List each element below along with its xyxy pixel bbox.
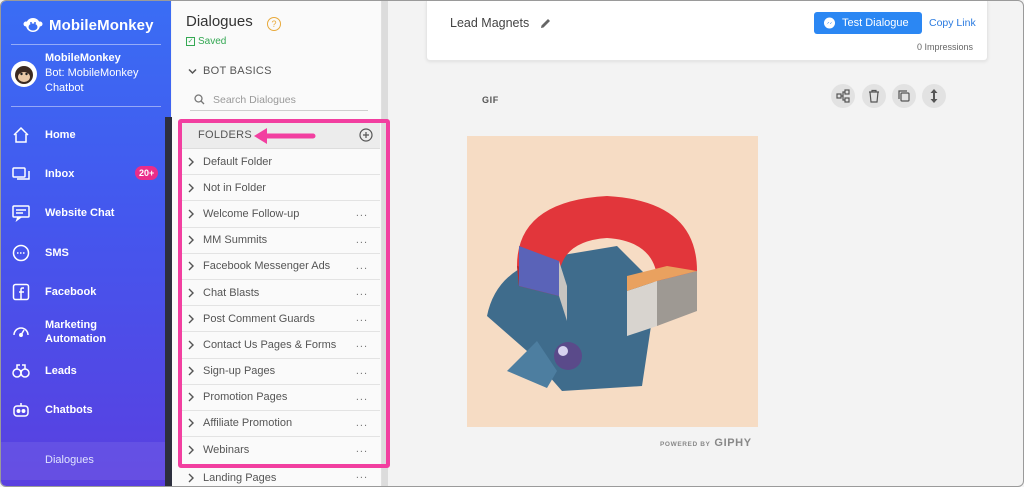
chatbots-icon [13, 403, 29, 418]
folder-label: Landing Pages [203, 471, 277, 484]
nav-label: Website Chat [45, 207, 115, 220]
dialogue-header-card: Lead Magnets Test Dialogue Copy Link 0 I… [426, 1, 988, 61]
main-nav: Home Inbox 20+ Website Chat SMS Facebook [1, 115, 171, 430]
nav-label: Leads [45, 365, 77, 378]
copy-link[interactable]: Copy Link [929, 17, 976, 29]
search-icon [194, 94, 205, 105]
nav-item-inbox[interactable]: Inbox 20+ [1, 154, 171, 193]
gif-image [467, 136, 758, 427]
messenger-icon [824, 17, 835, 28]
account-name: MobileMonkey [45, 52, 121, 64]
sidebar: MobileMonkey MobileMonkey Bot: MobileMon… [1, 1, 171, 486]
chevron-right-icon [188, 473, 194, 482]
sidebar-scrollbar[interactable] [165, 117, 172, 486]
nav-item-facebook[interactable]: Facebook [1, 273, 171, 312]
share-nodes-icon [836, 89, 850, 103]
home-icon [13, 126, 29, 143]
nav-label: Chatbots [45, 404, 93, 417]
giphy-powered-by: POWERED BY [660, 441, 711, 448]
dialogue-name: Lead Magnets [450, 16, 530, 30]
bot-name: Bot: MobileMonkey Chatbot [45, 67, 139, 94]
nav-label: SMS [45, 246, 69, 259]
move-button[interactable] [922, 84, 946, 108]
divider [11, 44, 161, 45]
section-toggle-bot-basics[interactable]: BOT BASICS [188, 65, 272, 77]
nav-label: Marketing Automation [45, 318, 107, 345]
nav-item-website-chat[interactable]: Website Chat [1, 194, 171, 233]
nav-label: Inbox [45, 168, 75, 181]
test-dialogue-label: Test Dialogue [842, 17, 909, 29]
divider [11, 106, 161, 107]
monkey-logo-icon [23, 18, 43, 32]
search-input[interactable] [213, 93, 363, 106]
annotation-arrow-icon [254, 128, 316, 144]
brand-name: MobileMonkey [49, 16, 154, 34]
nav-item-sms[interactable]: SMS [1, 233, 171, 272]
duplicate-button[interactable] [892, 84, 916, 108]
giphy-logo: GIPHY [714, 437, 752, 449]
leads-icon [12, 364, 30, 378]
nav-item-home[interactable]: Home [1, 115, 171, 154]
nav-item-marketing-automation[interactable]: Marketing Automation [1, 312, 171, 351]
account-switcher[interactable]: MobileMonkey Bot: MobileMonkey Chatbot [11, 51, 145, 96]
nav-item-leads[interactable]: Leads [1, 351, 171, 390]
saved-label: Saved [198, 36, 227, 47]
pencil-edit-icon[interactable] [539, 17, 552, 30]
impressions-count: 0 Impressions [916, 42, 973, 52]
avatar [11, 61, 37, 87]
section-label: BOT BASICS [203, 65, 272, 77]
giphy-attribution: POWERED BY GIPHY [660, 437, 752, 449]
test-dialogue-button[interactable]: Test Dialogue [814, 12, 922, 34]
folder-menu-icon[interactable]: ... [356, 469, 368, 481]
website-chat-icon [12, 205, 30, 223]
nav-label: Facebook [45, 286, 97, 299]
annotation-highlight-box [178, 119, 390, 468]
inbox-icon [12, 167, 30, 180]
facebook-icon [12, 284, 30, 301]
chevron-down-icon [188, 68, 197, 74]
brand[interactable]: MobileMonkey [23, 11, 154, 39]
panel-title: Dialogues [186, 13, 253, 30]
connect-button[interactable] [831, 84, 855, 108]
help-icon[interactable]: ? [267, 17, 281, 31]
search-dialogues [190, 89, 368, 111]
marketing-automation-icon [13, 326, 29, 337]
sms-icon [12, 244, 30, 262]
delete-button[interactable] [862, 84, 886, 108]
nav-label: Home [45, 128, 76, 141]
trash-icon [869, 89, 879, 103]
copy-icon [898, 90, 910, 102]
sidebar-subitem-dialogues[interactable]: Dialogues [1, 442, 171, 480]
app-window: MobileMonkey MobileMonkey Bot: MobileMon… [0, 0, 1024, 487]
saved-status: ✓ Saved [186, 36, 226, 47]
checkbox-check-icon: ✓ [186, 37, 195, 46]
inbox-badge: 20+ [135, 166, 159, 181]
block-type-label: GIF [482, 95, 499, 105]
resize-vertical-icon [930, 89, 938, 103]
nav-item-chatbots[interactable]: Chatbots [1, 391, 171, 430]
folder-item-landing-pages[interactable]: Landing Pages ... [182, 467, 380, 486]
